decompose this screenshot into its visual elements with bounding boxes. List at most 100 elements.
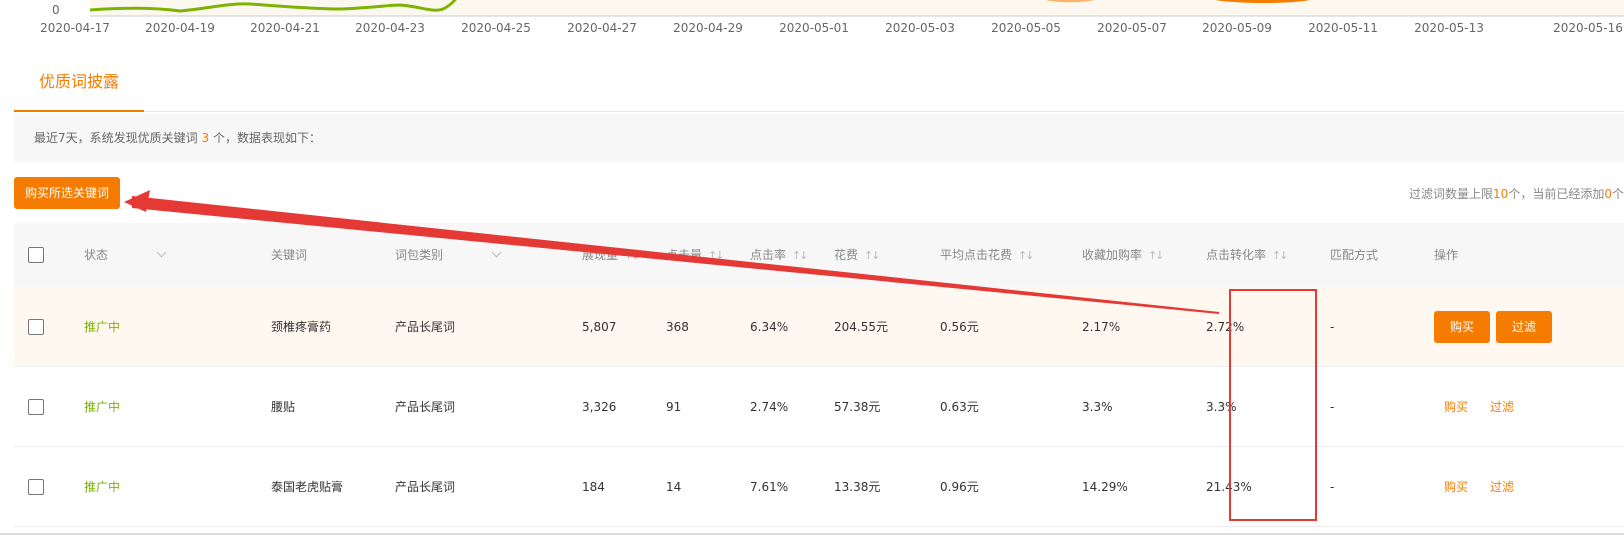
filter-link[interactable]: 过滤 [1490,367,1514,447]
info-suffix: 个，数据表现如下： [212,131,321,145]
table-row: 推广中 腰贴 产品长尾词 3,326 91 2.74% 57.38元 0.63元… [14,367,1624,447]
status-cell: 推广中 [84,400,121,414]
ctr-cell: 7.61% [750,480,789,494]
row-checkbox[interactable] [28,319,44,335]
sort-icon[interactable]: ↑↓ [792,249,809,262]
x-tick-label: 2020-05-16 [1553,21,1623,35]
added-value: 0 [1604,187,1612,201]
impressions-cell: 3,326 [582,400,617,414]
y-tick-label: 0 [52,3,60,17]
status-cell: 推广中 [84,320,121,334]
header-impressions[interactable]: 展现量 ↑↓ [582,223,641,287]
x-tick-label: 2020-04-25 [461,21,531,35]
category-cell: 产品长尾词 [395,480,456,494]
clicks-cell: 91 [666,400,682,414]
header-status-label: 状态 [84,248,109,262]
ctr-cell: 6.34% [750,320,789,334]
match-cell: - [1330,400,1335,414]
fav-cart-rate-cell: 14.29% [1082,480,1128,494]
chevron-down-icon[interactable] [156,247,167,258]
keyword-cell: 颈椎疼膏药 [271,320,332,334]
sort-icon[interactable]: ↑↓ [624,249,641,262]
x-tick-label: 2020-05-05 [991,21,1061,35]
row-checkbox[interactable] [28,479,44,495]
sort-icon[interactable]: ↑↓ [1148,249,1165,262]
x-tick-label: 2020-04-23 [355,21,425,35]
limit-suffix: 个 [1611,187,1624,201]
filter-limit-note: 过滤词数量上限10个，当前已经添加0个 [1409,185,1624,202]
header-actions: 操作 [1434,248,1459,262]
clicks-cell: 14 [666,480,682,494]
header-keyword: 关键词 [271,248,308,262]
status-cell: 推广中 [84,480,121,494]
avg-cpc-cell: 0.96元 [940,480,979,494]
header-cvr[interactable]: 点击转化率 ↑↓ [1206,223,1289,287]
row-checkbox[interactable] [28,399,44,415]
header-category[interactable]: 词包类别 [395,223,502,287]
x-tick-label: 2020-05-11 [1308,21,1378,35]
header-cost-label: 花费 [834,248,859,262]
table-row: 推广中 泰国老虎贴膏 产品长尾词 184 14 7.61% 13.38元 0.9… [14,447,1624,527]
tab-quality-keywords[interactable]: 优质词披露 [14,58,144,112]
table-header: 状态 关键词 词包类别 展现量 ↑↓ 点击量 ↑↓ 点击率 ↑↓ 花费 ↑↓ 平均点击花… [14,223,1624,287]
table-row: 推广中 颈椎疼膏药 产品长尾词 5,807 368 6.34% 204.55元 … [14,287,1624,367]
buy-link[interactable]: 购买 [1444,367,1468,447]
x-tick-label: 2020-04-29 [673,21,743,35]
sort-icon[interactable]: ↑↓ [708,249,725,262]
sort-icon[interactable]: ↑↓ [1272,249,1289,262]
keyword-table: 状态 关键词 词包类别 展现量 ↑↓ 点击量 ↑↓ 点击率 ↑↓ 花费 ↑↓ 平均点击花… [14,223,1624,527]
info-strip: 最近7天，系统发现优质关键词 3 个，数据表现如下： [14,114,1624,162]
cost-cell: 57.38元 [834,400,881,414]
sort-icon[interactable]: ↑↓ [1018,249,1035,262]
info-count: 3 [201,131,210,145]
x-tick-label: 2020-05-09 [1202,21,1272,35]
keyword-cell: 腰贴 [271,400,296,414]
cost-cell: 204.55元 [834,320,888,334]
match-cell: - [1330,480,1335,494]
category-cell: 产品长尾词 [395,400,456,414]
x-tick-label: 2020-04-17 [40,21,110,35]
arrow-head-icon [124,190,150,212]
select-all-checkbox[interactable] [28,247,44,263]
keyword-cell: 泰国老虎贴膏 [271,480,344,494]
fav-cart-rate-cell: 3.3% [1082,400,1113,414]
trend-chart: 0 2020-04-17 2020-04-19 2020-04-21 2020-04-… [0,0,1624,38]
header-status[interactable]: 状态 [84,223,167,287]
cost-cell: 13.38元 [834,480,881,494]
ctr-cell: 2.74% [750,400,789,414]
filter-link[interactable]: 过滤 [1490,447,1514,527]
avg-cpc-cell: 0.63元 [940,400,979,414]
bottom-divider [0,533,1624,535]
header-avg-cpc-label: 平均点击花费 [940,248,1013,262]
chevron-down-icon[interactable] [491,247,502,258]
header-ctr-label: 点击率 [750,248,787,262]
buy-selected-keywords-button[interactable]: 购买所选关键词 [14,177,120,209]
buy-button[interactable]: 购买 [1434,311,1491,343]
match-cell: - [1330,320,1335,334]
limit-mid: 个，当前已经添加 [1508,187,1605,201]
header-cvr-label: 点击转化率 [1206,248,1267,262]
x-tick-label: 2020-04-19 [145,21,215,35]
header-clicks[interactable]: 点击量 ↑↓ [666,223,725,287]
buy-link[interactable]: 购买 [1444,447,1468,527]
clicks-cell: 368 [666,320,689,334]
x-tick-label: 2020-05-01 [779,21,849,35]
header-cost[interactable]: 花费 ↑↓ [834,223,881,287]
fav-cart-rate-cell: 2.17% [1082,320,1121,334]
category-cell: 产品长尾词 [395,320,456,334]
header-match: 匹配方式 [1330,248,1379,262]
header-ctr[interactable]: 点击率 ↑↓ [750,223,809,287]
cvr-highlight-box [1229,289,1317,521]
header-avg-cpc[interactable]: 平均点击花费 ↑↓ [940,223,1035,287]
tab-bar: 优质词披露 [14,58,1624,112]
header-category-label: 词包类别 [395,248,444,262]
header-fav-cart-rate[interactable]: 收藏加购率 ↑↓ [1082,223,1165,287]
sort-icon[interactable]: ↑↓ [864,249,881,262]
x-tick-label: 2020-05-03 [885,21,955,35]
filter-button[interactable]: 过滤 [1496,311,1553,343]
limit-value: 10 [1493,187,1509,201]
info-prefix: 最近7天，系统发现优质关键词 [34,131,198,145]
x-tick-label: 2020-05-13 [1414,21,1484,35]
impressions-cell: 184 [582,480,605,494]
header-clicks-label: 点击量 [666,248,703,262]
